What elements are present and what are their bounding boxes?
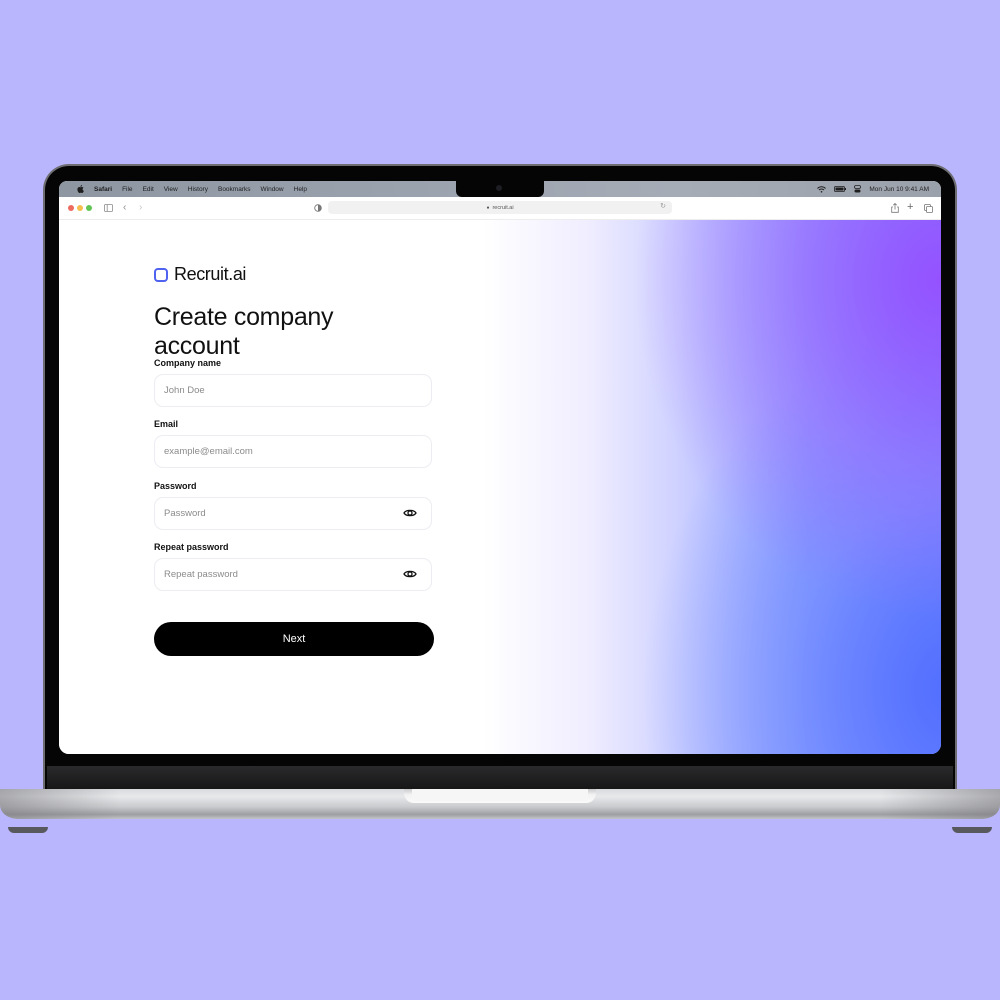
forward-icon[interactable]: ›: [139, 202, 142, 214]
password-field[interactable]: [154, 497, 432, 530]
window-close-button[interactable]: [68, 205, 74, 211]
repeat-password-label: Repeat password: [154, 542, 229, 552]
camera-icon: [496, 185, 502, 191]
menu-edit[interactable]: Edit: [143, 186, 154, 193]
back-icon[interactable]: ‹: [123, 202, 126, 214]
reload-icon[interactable]: ↻: [660, 202, 666, 210]
address-bar[interactable]: ● recruit.ai ↻: [328, 201, 672, 214]
menubar-datetime[interactable]: Mon Jun 10 9:41 AM: [869, 186, 929, 193]
repeat-password-input[interactable]: [164, 559, 384, 590]
laptop-foot-right: [952, 827, 992, 833]
menu-file[interactable]: File: [122, 186, 132, 193]
menu-help[interactable]: Help: [294, 186, 307, 193]
camera-notch: [456, 181, 544, 197]
email-label: Email: [154, 419, 179, 429]
menu-window[interactable]: Window: [261, 186, 284, 193]
laptop-opening-notch: [404, 789, 596, 803]
privacy-shield-icon[interactable]: [314, 204, 322, 212]
new-tab-icon[interactable]: +: [907, 201, 913, 213]
page-title: Create company account: [154, 303, 334, 360]
email-input[interactable]: [164, 436, 384, 467]
lock-icon: ●: [486, 204, 490, 211]
laptop-foot-left: [8, 827, 48, 833]
laptop-chin: [47, 766, 953, 790]
menu-history[interactable]: History: [188, 186, 208, 193]
browser-toolbar: ‹ › ● recruit.ai ↻ +: [59, 197, 941, 220]
company-name-label: Company name: [154, 358, 222, 368]
battery-icon[interactable]: [834, 186, 847, 192]
menu-view[interactable]: View: [164, 186, 178, 193]
url-text: recruit.ai: [492, 204, 514, 211]
email-field[interactable]: [154, 435, 432, 468]
menu-bookmarks[interactable]: Bookmarks: [218, 186, 251, 193]
brand-mark-icon: [154, 267, 168, 282]
company-name-field[interactable]: [154, 374, 432, 407]
laptop-screen: Safari File Edit View History Bookmarks …: [59, 181, 941, 754]
sidebar-toggle-icon[interactable]: [104, 204, 113, 212]
page-content: Recruit.ai Create company account Compan…: [59, 220, 941, 754]
window-zoom-button[interactable]: [86, 205, 92, 211]
show-password-eye-icon[interactable]: [403, 508, 417, 518]
brand-logo[interactable]: Recruit.ai: [154, 264, 246, 285]
tab-overview-icon[interactable]: [924, 204, 933, 213]
company-name-input[interactable]: [164, 375, 384, 406]
menu-app-name[interactable]: Safari: [94, 186, 112, 193]
wifi-icon[interactable]: [817, 185, 827, 193]
control-center-icon[interactable]: [854, 185, 862, 193]
menubar-status-area: Mon Jun 10 9:41 AM: [817, 181, 929, 197]
share-icon[interactable]: [891, 203, 899, 213]
password-input[interactable]: [164, 498, 384, 529]
show-repeat-password-eye-icon[interactable]: [403, 569, 417, 579]
next-button[interactable]: Next: [154, 622, 434, 656]
macos-menubar: Safari File Edit View History Bookmarks …: [59, 181, 941, 197]
window-minimize-button[interactable]: [77, 205, 83, 211]
repeat-password-field[interactable]: [154, 558, 432, 591]
password-label: Password: [154, 481, 197, 491]
apple-logo-icon[interactable]: [77, 185, 84, 193]
brand-name: Recruit.ai: [174, 264, 247, 284]
